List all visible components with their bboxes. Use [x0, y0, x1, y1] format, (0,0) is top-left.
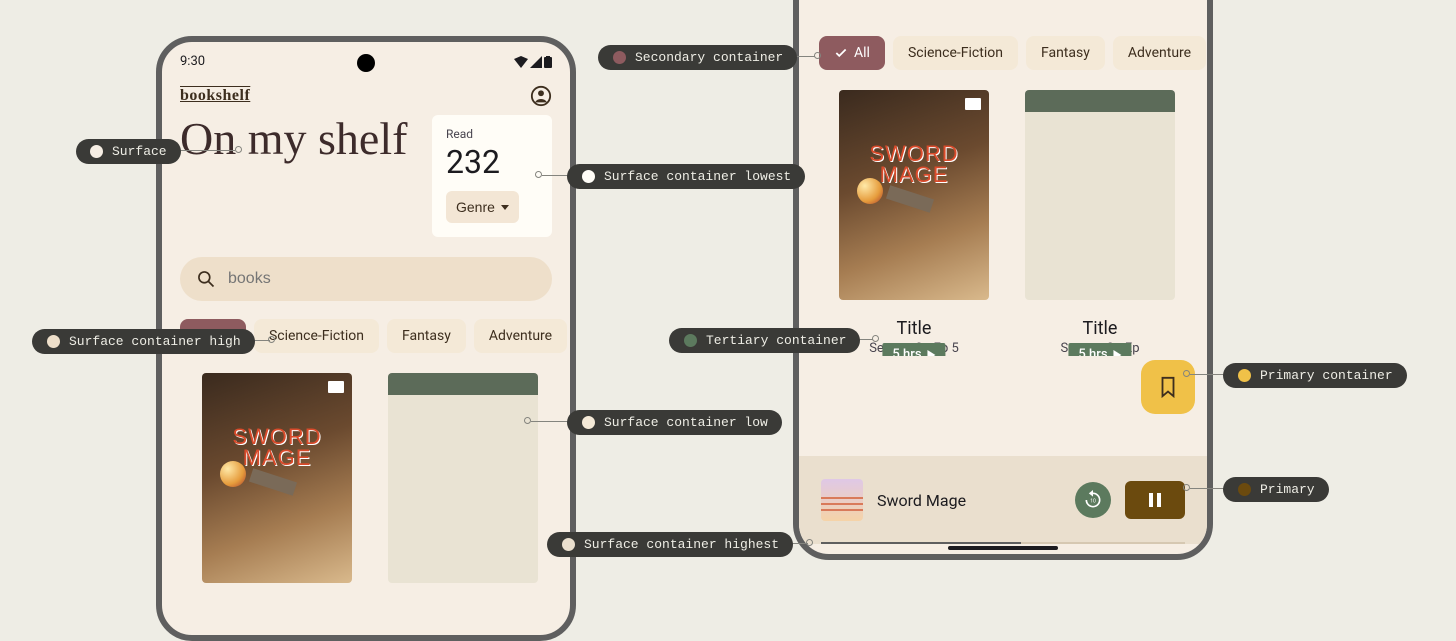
chip-label: Adventure [489, 328, 552, 344]
replay-button[interactable]: 10 [1075, 482, 1111, 518]
wifi-icon [514, 56, 528, 68]
annotation-label: Surface container high [69, 334, 241, 349]
search-field[interactable] [180, 257, 552, 301]
swatch [683, 333, 698, 348]
search-icon [196, 269, 216, 289]
search-input[interactable] [228, 270, 536, 288]
annotation-label: Primary container [1260, 368, 1393, 383]
chip-fantasy[interactable]: Fantasy [1026, 36, 1105, 70]
annotation-surface-container-high: Surface container high [32, 329, 255, 354]
genre-label: Genre [456, 199, 495, 215]
annotation-label: Secondary container [635, 50, 783, 65]
annotation-surface-container-lowest: Surface container lowest [567, 164, 805, 189]
swatch [581, 415, 596, 430]
svg-text:10: 10 [1090, 499, 1096, 505]
bookmark-icon [1158, 376, 1178, 398]
play-icon [928, 350, 936, 357]
chip-label: Adventure [1128, 45, 1191, 61]
bookmark-fab[interactable] [1141, 360, 1195, 414]
playback-progress[interactable] [821, 542, 1185, 544]
annotation-primary-container: Primary container [1223, 363, 1407, 388]
swatch [581, 169, 596, 184]
book-card[interactable]: SWORD MAGE [202, 373, 352, 583]
annotation-label: Surface container low [604, 415, 768, 430]
card-title: Title [1025, 318, 1175, 339]
duration-chip: 5 hrs [1068, 343, 1131, 356]
now-playing-title: Sword Mage [877, 491, 1061, 510]
pause-icon [1147, 492, 1163, 508]
cover-title: SWORD MAGE [869, 144, 958, 186]
swatch-surface [89, 144, 104, 159]
chip-label: All [854, 45, 870, 61]
annotation-label: Surface container lowest [604, 169, 791, 184]
chip-label: Science-Fiction [269, 328, 364, 344]
camera-cutout [357, 54, 375, 72]
play-icon [1114, 350, 1122, 357]
swatch [1237, 368, 1252, 383]
chip-adventure[interactable]: Adventure [1113, 36, 1206, 70]
swatch [561, 537, 576, 552]
swatch [1237, 482, 1252, 497]
annotation-secondary-container: Secondary container [598, 45, 797, 70]
battery-icon [544, 56, 552, 68]
chip-adventure[interactable]: Adventure [474, 319, 567, 353]
chip-fantasy[interactable]: Fantasy [387, 319, 466, 353]
annotation-label: Surface container highest [584, 537, 779, 552]
book-cover [1025, 90, 1175, 300]
now-playing-bar[interactable]: Sword Mage 10 [799, 456, 1207, 544]
check-icon [834, 46, 848, 60]
annotation-surface: Surface [76, 139, 181, 164]
book-card[interactable] [388, 373, 538, 583]
chip-label: Fantasy [1041, 45, 1090, 61]
signal-icon [530, 56, 542, 68]
read-count-card: Read 232 Genre [432, 115, 552, 237]
book-cover: SWORD MAGE [202, 373, 352, 583]
gesture-handle [948, 546, 1058, 550]
cover-art [249, 468, 297, 496]
replay-10-icon: 10 [1083, 490, 1103, 510]
cover-title: SWORD MAGE [232, 427, 321, 469]
page-title: On my shelf [180, 115, 418, 163]
duration-chip: 5 hrs [882, 343, 945, 356]
swatch [612, 50, 627, 65]
book-card[interactable]: SWORD MAGE 5 hrs Title Season 3 • Ep 5 [839, 90, 989, 356]
now-playing-thumb [821, 479, 863, 521]
book-card[interactable]: 5 hrs Title Season 3 • Ep [1025, 90, 1175, 356]
annotation-label: Primary [1260, 482, 1315, 497]
phone-mockup-right: All Science-Fiction Fantasy Adventure SW… [793, 0, 1213, 560]
chip-all[interactable]: All [819, 36, 885, 70]
chip-label: Fantasy [402, 328, 451, 344]
annotation-primary: Primary [1223, 477, 1329, 502]
chip-label: Science-Fiction [908, 45, 1003, 61]
annotation-label: Tertiary container [706, 333, 846, 348]
swatch [46, 334, 61, 349]
app-logo: bookshelf [180, 87, 250, 105]
book-cover: SWORD MAGE [839, 90, 989, 300]
status-time: 9:30 [180, 54, 205, 69]
chip-scifi[interactable]: Science-Fiction [893, 36, 1018, 70]
genre-dropdown[interactable]: Genre [446, 191, 519, 223]
account-icon[interactable] [530, 85, 552, 107]
chevron-down-icon [501, 205, 509, 210]
duration-text: 5 hrs [1078, 347, 1107, 356]
book-cover [388, 373, 538, 583]
annotation-surface-container-low: Surface container low [567, 410, 782, 435]
annotation-label: Surface [112, 144, 167, 159]
annotation-tertiary-container: Tertiary container [669, 328, 860, 353]
card-title: Title [839, 318, 989, 339]
stat-label: Read [446, 127, 538, 141]
duration-text: 5 hrs [892, 347, 921, 356]
annotation-surface-container-highest: Surface container highest [547, 532, 793, 557]
cover-art [220, 461, 246, 487]
stat-value: 232 [446, 143, 538, 181]
pause-button[interactable] [1125, 481, 1185, 519]
